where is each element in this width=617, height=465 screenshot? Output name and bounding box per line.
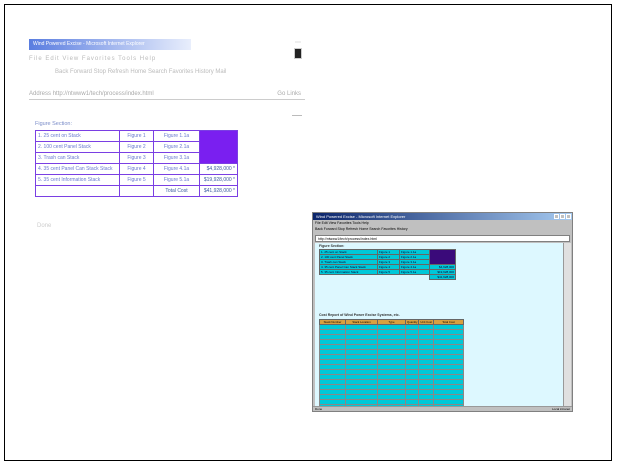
figure-link[interactable]: Figure 5 xyxy=(119,174,154,186)
address-label: Address xyxy=(29,91,52,97)
row-name[interactable]: 5. 35 cent Information Stack xyxy=(35,174,120,186)
figure-link[interactable]: Figure 1 xyxy=(119,130,154,142)
table-row: 1. 25 cent on Stack Figure 1 Figure 1.1a xyxy=(35,130,238,164)
figure-table: 1. 25 cent on Stack Figure 1 Figure 1.1a 2… xyxy=(319,249,456,280)
section-title: Figure Section: xyxy=(35,121,72,127)
go-button[interactable]: Go Links xyxy=(277,89,301,100)
row-name[interactable]: 3. Trash can Stack xyxy=(35,152,120,164)
table-row: 1. 25 cent on Stack Figure 1 Figure 1.1a xyxy=(319,249,456,265)
figure-link[interactable]: Figure 3.1a xyxy=(153,152,200,164)
table-row: 4. 35 cent Panel Can Stack Stack Figure … xyxy=(35,163,238,175)
row-name[interactable]: 2. 100 cent Panel Stack xyxy=(35,141,120,153)
page-content: Figure Section: 1. 25 cent on Stack Figur… xyxy=(315,243,564,406)
cost-report-table: Stack Number Stack Location Type Quantit… xyxy=(319,319,464,406)
toolbar[interactable]: Back Forward Stop Refresh Home Search Fa… xyxy=(55,69,305,75)
header-row: Stack Number Stack Location Type Quantit… xyxy=(319,319,464,325)
address-value[interactable]: http://ntwww1/tech/process/index.html xyxy=(53,91,154,97)
menu-bar[interactable]: File Edit View Favorites Tools Help xyxy=(29,56,305,62)
figure-link[interactable]: Figure 5.1a xyxy=(153,174,200,186)
faded-browser-window: Wind Powered Excise - Microsoft Internet… xyxy=(29,39,305,239)
row-value: $4,928,000 * xyxy=(199,163,238,175)
figure-table: 1. 25 cent on Stack Figure 1 Figure 1.1a… xyxy=(35,130,238,197)
maximize-icon xyxy=(560,214,565,219)
window-title: Wind Powered Excise - Microsoft Internet… xyxy=(29,39,191,50)
row-value: $19,928,000 * xyxy=(199,174,238,186)
figure-link[interactable]: Figure 2.1a xyxy=(153,141,200,153)
toolbar[interactable]: Back Forward Stop Refresh Home Search Fa… xyxy=(313,226,572,235)
figure-link[interactable]: Figure 4 xyxy=(119,163,154,175)
window-title: Wind Powered Excise - Microsoft Internet… xyxy=(313,213,572,220)
divider xyxy=(292,115,302,116)
figure-link[interactable]: Figure 1.1a xyxy=(153,130,200,142)
ie-logo-icon: ⋯ xyxy=(291,39,305,59)
status-text: Done xyxy=(37,223,52,229)
address-bar[interactable]: Address http://ntwww1/tech/process/index… xyxy=(29,89,305,100)
figure-link[interactable]: Figure 2 xyxy=(119,141,154,153)
browser-screenshot-window: Wind Powered Excise - Microsoft Internet… xyxy=(312,212,573,412)
address-field[interactable]: http://ntwww1/tech/process/index.html xyxy=(315,235,570,242)
highlight-cell xyxy=(199,130,238,164)
close-icon xyxy=(566,214,571,219)
section-title-2: Cost Report of Wind Power Excise Systems… xyxy=(319,313,400,317)
status-bar: Done Local intranet xyxy=(313,406,572,411)
total-value: $41,928,000 * xyxy=(199,185,238,197)
figure-link[interactable]: Figure 4.1a xyxy=(153,163,200,175)
section-title: Figure Section: xyxy=(319,244,345,248)
total-row: Total Cost $41,928,000 * xyxy=(35,185,238,197)
row-name[interactable]: 1. 25 cent on Stack xyxy=(35,130,120,142)
minimize-icon xyxy=(554,214,559,219)
table-row: 5. 35 cent Information Stack Figure 5 Fi… xyxy=(35,174,238,186)
row-name[interactable]: 4. 35 cent Panel Can Stack Stack xyxy=(35,163,120,175)
window-controls[interactable] xyxy=(554,214,571,219)
total-row: $41,928,000 xyxy=(320,274,456,280)
figure-link[interactable]: Figure 3 xyxy=(119,152,154,164)
total-label: Total Cost xyxy=(153,185,200,197)
slide: Wind Powered Excise - Microsoft Internet… xyxy=(4,4,612,461)
vertical-scrollbar[interactable] xyxy=(563,243,571,406)
